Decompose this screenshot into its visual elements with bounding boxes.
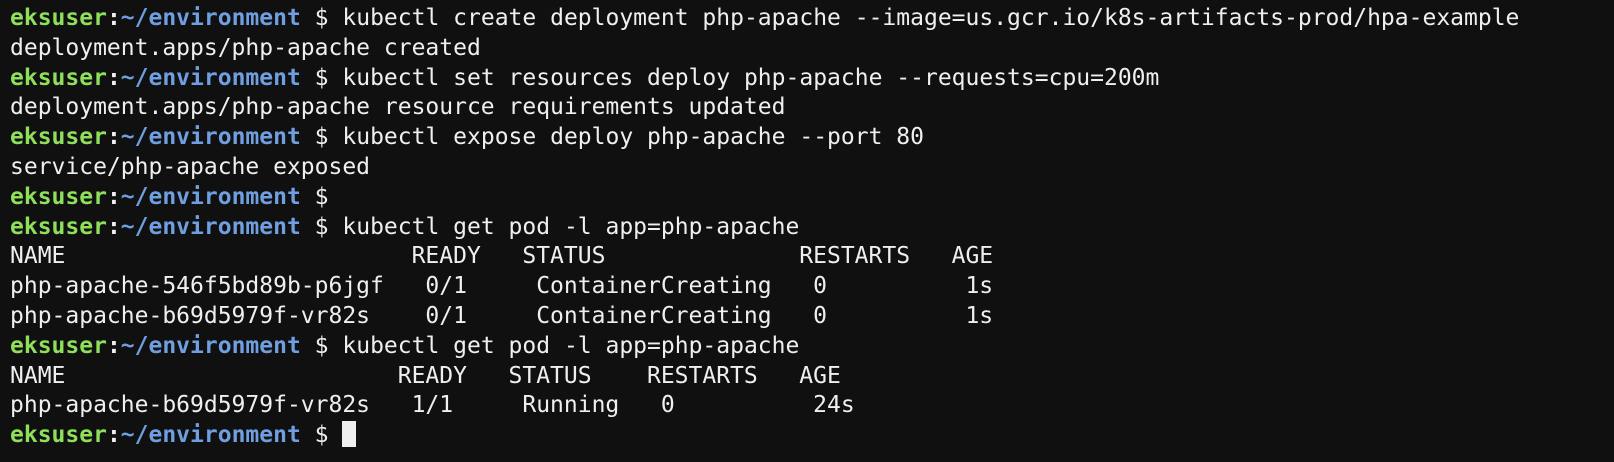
prompt-path: ~/environment xyxy=(120,422,301,449)
prompt-symbol: $ xyxy=(314,332,329,359)
prompt-line: eksuser:~/environment $ xyxy=(10,183,1614,213)
output-text: NAME READY STATUS RESTARTS AGE xyxy=(10,243,994,270)
output-line: NAME READY STATUS RESTARTS AGE xyxy=(10,242,1614,272)
prompt-symbol: $ xyxy=(314,213,329,240)
prompt-line: eksuser:~/environment $ kubectl get pod … xyxy=(10,213,1614,243)
output-line: php-apache-b69d5979f-vr82s 1/1 Running 0… xyxy=(10,391,1614,421)
prompt-user: eksuser xyxy=(10,422,107,449)
output-text: php-apache-546f5bd89b-p6jgf 0/1 Containe… xyxy=(10,273,994,300)
command-text: kubectl expose deploy php-apache --port … xyxy=(342,124,924,151)
output-line: service/php-apache exposed xyxy=(10,153,1614,183)
output-line: php-apache-b69d5979f-vr82s 0/1 Container… xyxy=(10,302,1614,332)
prompt-separator: : xyxy=(106,5,121,31)
prompt-line: eksuser:~/environment $ kubectl set reso… xyxy=(10,64,1614,94)
terminal-window[interactable]: eksuser:~/environment $ kubectl create d… xyxy=(0,0,1614,462)
prompt-line: eksuser:~/environment $ kubectl get pod … xyxy=(10,332,1614,362)
output-line: deployment.apps/php-apache resource requ… xyxy=(10,93,1614,123)
output-text: deployment.apps/php-apache resource requ… xyxy=(10,94,786,121)
prompt-line: eksuser:~/environment $ xyxy=(10,421,1614,451)
command-text: kubectl set resources deploy php-apache … xyxy=(342,64,1160,91)
prompt-symbol: $ xyxy=(314,422,329,449)
prompt-path: ~/environment xyxy=(120,213,301,240)
prompt-user: eksuser xyxy=(10,183,107,210)
prompt-path: ~/environment xyxy=(120,124,301,151)
prompt-user: eksuser xyxy=(10,332,107,359)
prompt-user: eksuser xyxy=(10,64,107,91)
command-text: kubectl create deployment php-apache --i… xyxy=(342,5,1520,31)
prompt-path: ~/environment xyxy=(120,64,301,91)
output-text: php-apache-b69d5979f-vr82s 1/1 Running 0… xyxy=(10,392,855,419)
command-text: kubectl get pod -l app=php-apache xyxy=(342,213,800,240)
prompt-line: eksuser:~/environment $ kubectl expose d… xyxy=(10,123,1614,153)
prompt-separator: : xyxy=(106,213,121,240)
output-text: service/php-apache exposed xyxy=(10,153,371,180)
prompt-separator: : xyxy=(106,332,121,359)
output-text: php-apache-b69d5979f-vr82s 0/1 Container… xyxy=(10,302,994,329)
output-text: deployment.apps/php-apache created xyxy=(10,34,481,61)
prompt-path: ~/environment xyxy=(120,332,301,359)
output-line: php-apache-546f5bd89b-p6jgf 0/1 Containe… xyxy=(10,272,1614,302)
prompt-user: eksuser xyxy=(10,5,107,31)
prompt-separator: : xyxy=(106,183,121,210)
prompt-user: eksuser xyxy=(10,124,107,151)
prompt-path: ~/environment xyxy=(120,5,301,31)
prompt-path: ~/environment xyxy=(120,183,301,210)
prompt-separator: : xyxy=(106,422,121,449)
output-line: deployment.apps/php-apache created xyxy=(10,34,1614,64)
prompt-line: eksuser:~/environment $ kubectl create d… xyxy=(10,4,1614,34)
prompt-separator: : xyxy=(106,64,121,91)
output-text: NAME READY STATUS RESTARTS AGE xyxy=(10,362,841,389)
prompt-user: eksuser xyxy=(10,213,107,240)
text-cursor[interactable] xyxy=(342,421,357,448)
output-line: NAME READY STATUS RESTARTS AGE xyxy=(10,362,1614,392)
prompt-symbol: $ xyxy=(314,5,329,31)
prompt-symbol: $ xyxy=(314,183,329,210)
command-text: kubectl get pod -l app=php-apache xyxy=(342,332,800,359)
prompt-separator: : xyxy=(106,124,121,151)
prompt-symbol: $ xyxy=(314,64,329,91)
prompt-symbol: $ xyxy=(314,124,329,151)
